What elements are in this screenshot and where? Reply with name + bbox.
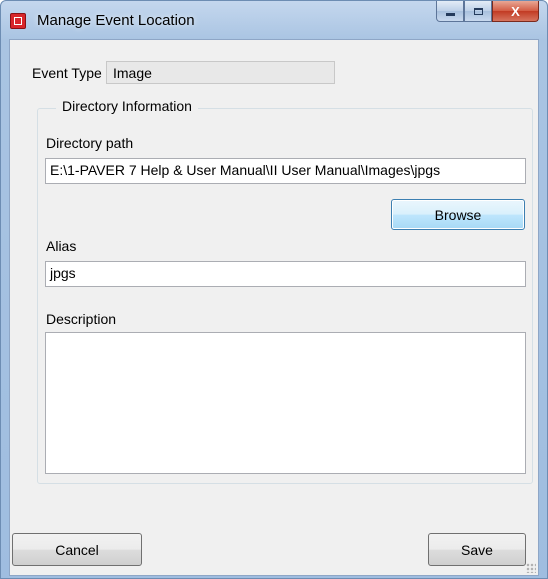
directory-path-input[interactable]: E:\1-PAVER 7 Help & User Manual\II User … [45, 158, 526, 184]
maximize-button[interactable] [464, 1, 492, 22]
title-bar[interactable]: Manage Event Location X [1, 1, 547, 39]
caption-buttons: X [436, 1, 539, 22]
cancel-button[interactable]: Cancel [12, 533, 142, 566]
close-icon: X [511, 3, 520, 19]
dialog-window: Manage Event Location X Event Type Image… [0, 0, 548, 579]
directory-information-legend: Directory Information [56, 98, 198, 114]
window-title: Manage Event Location [37, 12, 195, 29]
alias-input[interactable]: jpgs [45, 261, 526, 287]
dialog-client-area: Event Type Image Directory Information D… [9, 39, 539, 576]
minimize-icon [445, 13, 455, 16]
resize-grip[interactable] [526, 563, 536, 573]
browse-button[interactable]: Browse [391, 199, 525, 230]
close-button[interactable]: X [492, 1, 539, 22]
minimize-button[interactable] [436, 1, 464, 22]
event-type-label: Event Type [32, 65, 102, 81]
event-type-value: Image [106, 61, 335, 84]
maximize-icon [473, 7, 483, 15]
description-label: Description [46, 311, 117, 327]
save-button[interactable]: Save [428, 533, 526, 566]
alias-label: Alias [46, 238, 77, 254]
directory-path-label: Directory path [46, 135, 134, 151]
app-icon [10, 13, 26, 29]
description-textarea[interactable] [45, 332, 526, 474]
